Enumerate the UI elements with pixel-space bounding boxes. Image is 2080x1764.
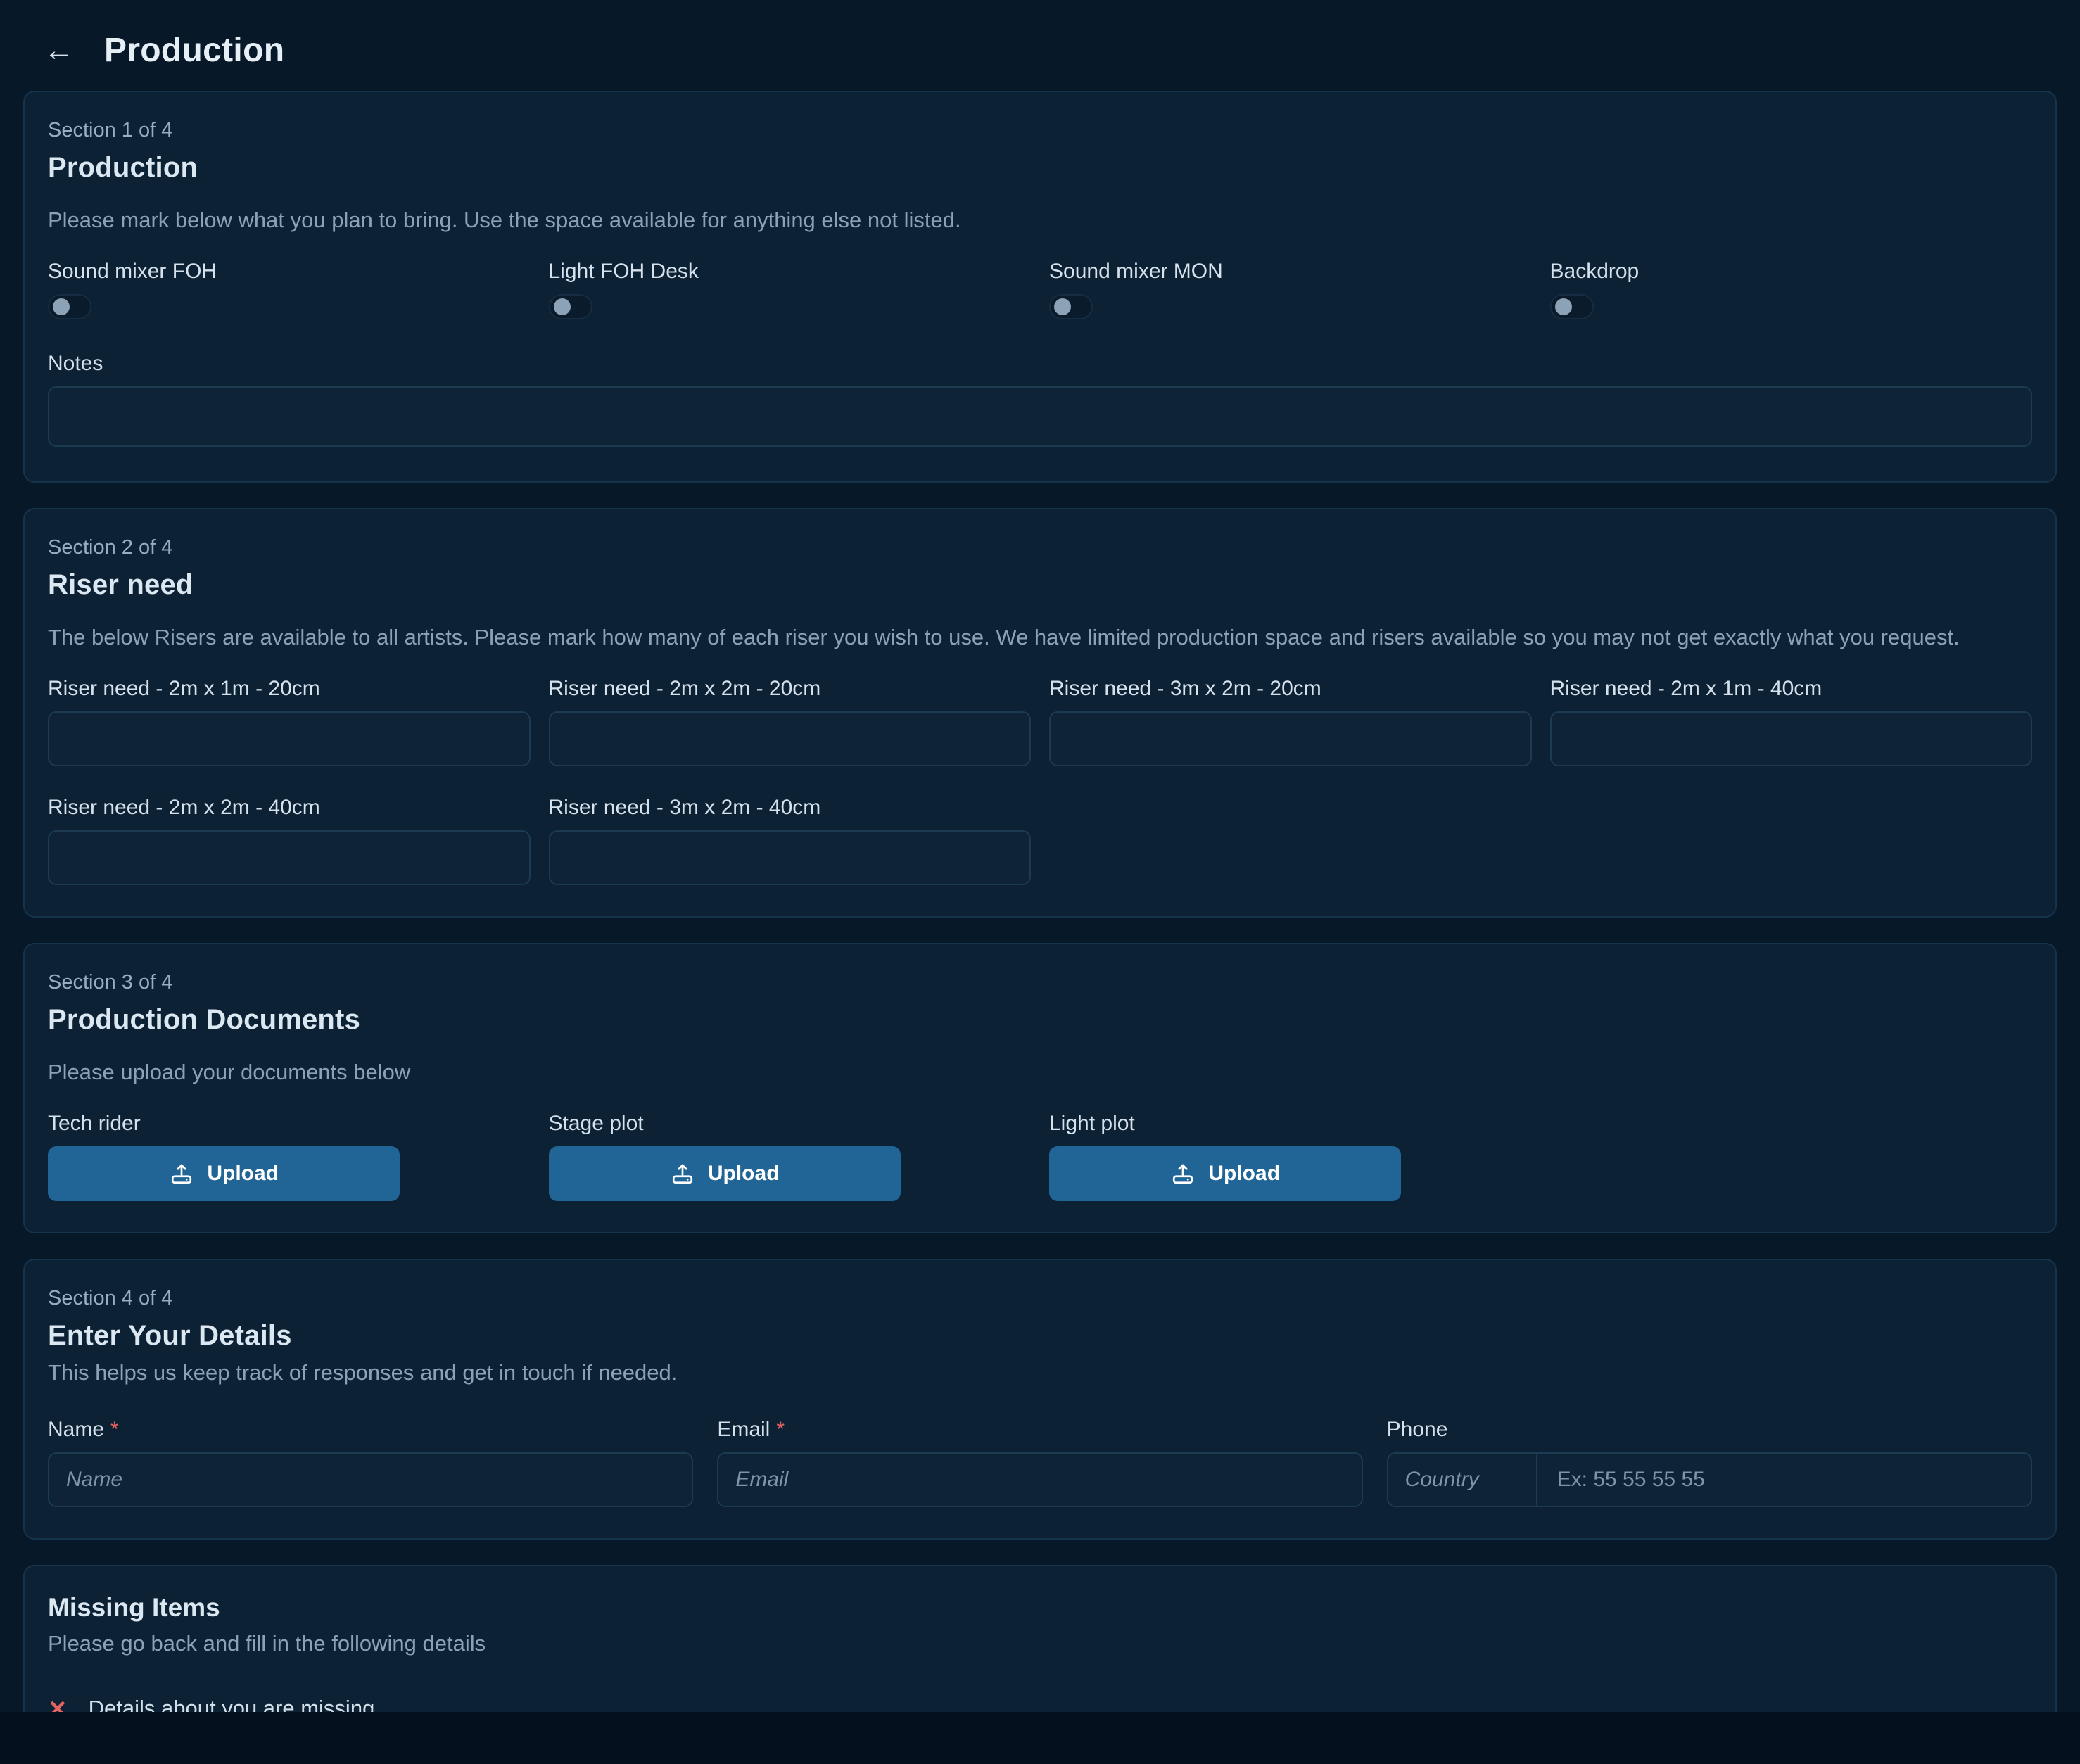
upload-icon bbox=[1170, 1161, 1196, 1186]
phone-number-input[interactable] bbox=[1537, 1454, 2031, 1506]
riser-label: Riser need - 3m x 2m - 40cm bbox=[549, 796, 1032, 820]
phone-country-input[interactable] bbox=[1388, 1454, 1537, 1506]
notes-field: Notes bbox=[48, 352, 2032, 450]
riser-label: Riser need - 2m x 2m - 20cm bbox=[549, 677, 1032, 701]
toggle-grid: Sound mixer FOH Light FOH Desk Sound mix… bbox=[48, 260, 2032, 319]
upload-button-label: Upload bbox=[207, 1162, 279, 1186]
phone-label-text: Phone bbox=[1387, 1418, 1448, 1442]
section-description: The below Risers are available to all ar… bbox=[48, 625, 2032, 650]
page-title: Production bbox=[104, 31, 284, 70]
toggle-sound-mixer-foh[interactable] bbox=[48, 294, 91, 319]
phone-input-group bbox=[1387, 1452, 2032, 1507]
toggle-knob bbox=[53, 298, 70, 315]
section-card-riser-need: Section 2 of 4 Riser need The below Rise… bbox=[23, 508, 2057, 918]
riser-input-2x2-40[interactable] bbox=[48, 830, 531, 885]
phone-field: Phone bbox=[1387, 1418, 2032, 1507]
notes-label: Notes bbox=[48, 352, 2032, 376]
section-card-production-documents: Section 3 of 4 Production Documents Plea… bbox=[23, 943, 2057, 1233]
toggle-label: Light FOH Desk bbox=[549, 260, 1032, 284]
section-description: Please mark below what you plan to bring… bbox=[48, 208, 2032, 233]
riser-input-2x1-20[interactable] bbox=[48, 711, 531, 766]
riser-label: Riser need - 2m x 1m - 20cm bbox=[48, 677, 531, 701]
missing-items-title: Missing Items bbox=[48, 1593, 2032, 1623]
section-progress-label: Section 1 of 4 bbox=[48, 119, 2032, 142]
arrow-left-icon: ← bbox=[44, 33, 75, 68]
section-progress-label: Section 3 of 4 bbox=[48, 971, 2032, 994]
riser-input-2x1-40[interactable] bbox=[1550, 711, 2033, 766]
email-field: Email * bbox=[717, 1418, 1362, 1507]
upload-icon bbox=[169, 1161, 194, 1186]
upload-button-stage-plot[interactable]: Upload bbox=[549, 1146, 901, 1201]
bottom-strip bbox=[0, 1712, 2080, 1764]
toggle-label: Backdrop bbox=[1550, 260, 2033, 284]
details-grid: Name * Email * Phone bbox=[48, 1418, 2032, 1507]
upload-label: Tech rider bbox=[48, 1112, 531, 1136]
riser-field: Riser need - 2m x 1m - 40cm bbox=[1550, 677, 2033, 766]
section-title: Riser need bbox=[48, 569, 2032, 601]
section-card-enter-your-details: Section 4 of 4 Enter Your Details This h… bbox=[23, 1259, 2057, 1540]
upload-field-light-plot: Light plot Upload bbox=[1049, 1112, 1532, 1201]
upload-label: Light plot bbox=[1049, 1112, 1532, 1136]
section-title: Enter Your Details bbox=[48, 1320, 2032, 1352]
riser-field: Riser need - 2m x 1m - 20cm bbox=[48, 677, 531, 766]
toggle-sound-mixer-mon[interactable] bbox=[1049, 294, 1093, 319]
upload-icon bbox=[670, 1161, 695, 1186]
riser-input-3x2-40[interactable] bbox=[549, 830, 1032, 885]
phone-label: Phone bbox=[1387, 1418, 2032, 1442]
upload-field-tech-rider: Tech rider Upload bbox=[48, 1112, 531, 1201]
notes-textarea[interactable] bbox=[48, 386, 2032, 447]
toggle-knob bbox=[1555, 298, 1572, 315]
uploads-grid: Tech rider Upload Stage plot Upload Ligh… bbox=[48, 1112, 2032, 1201]
section-description: Please upload your documents below bbox=[48, 1060, 2032, 1085]
upload-button-label: Upload bbox=[708, 1162, 780, 1186]
name-label: Name * bbox=[48, 1418, 693, 1442]
section-progress-label: Section 2 of 4 bbox=[48, 536, 2032, 559]
section-progress-label: Section 4 of 4 bbox=[48, 1287, 2032, 1310]
upload-button-light-plot[interactable]: Upload bbox=[1049, 1146, 1401, 1201]
toggle-field-light-foh-desk: Light FOH Desk bbox=[549, 260, 1032, 319]
required-asterisk: * bbox=[110, 1418, 119, 1442]
riser-field: Riser need - 3m x 2m - 40cm bbox=[549, 796, 1032, 885]
required-asterisk: * bbox=[776, 1418, 785, 1442]
riser-label: Riser need - 3m x 2m - 20cm bbox=[1049, 677, 1532, 701]
back-button[interactable]: ← bbox=[44, 35, 75, 66]
app-header: ← Production bbox=[0, 0, 2080, 91]
riser-input-2x2-20[interactable] bbox=[549, 711, 1032, 766]
missing-items-description: Please go back and fill in the following… bbox=[48, 1631, 2032, 1656]
riser-input-3x2-20[interactable] bbox=[1049, 711, 1532, 766]
email-label: Email * bbox=[717, 1418, 1362, 1442]
email-label-text: Email bbox=[717, 1418, 770, 1442]
toggle-field-sound-mixer-foh: Sound mixer FOH bbox=[48, 260, 531, 319]
riser-grid: Riser need - 2m x 1m - 20cm Riser need -… bbox=[48, 677, 2032, 885]
toggle-label: Sound mixer FOH bbox=[48, 260, 531, 284]
section-title: Production Documents bbox=[48, 1004, 2032, 1036]
upload-button-tech-rider[interactable]: Upload bbox=[48, 1146, 400, 1201]
toggle-label: Sound mixer MON bbox=[1049, 260, 1532, 284]
section-card-production: Section 1 of 4 Production Please mark be… bbox=[23, 91, 2057, 483]
riser-field: Riser need - 3m x 2m - 20cm bbox=[1049, 677, 1532, 766]
name-field: Name * bbox=[48, 1418, 693, 1507]
riser-field: Riser need - 2m x 2m - 40cm bbox=[48, 796, 531, 885]
email-input[interactable] bbox=[717, 1452, 1362, 1507]
toggle-knob bbox=[554, 298, 571, 315]
name-input[interactable] bbox=[48, 1452, 693, 1507]
upload-field-stage-plot: Stage plot Upload bbox=[549, 1112, 1032, 1201]
upload-button-label: Upload bbox=[1208, 1162, 1280, 1186]
toggle-field-sound-mixer-mon: Sound mixer MON bbox=[1049, 260, 1532, 319]
toggle-light-foh-desk[interactable] bbox=[549, 294, 592, 319]
upload-label: Stage plot bbox=[549, 1112, 1032, 1136]
riser-label: Riser need - 2m x 1m - 40cm bbox=[1550, 677, 2033, 701]
section-description: This helps us keep track of responses an… bbox=[48, 1360, 2032, 1385]
toggle-knob bbox=[1054, 298, 1071, 315]
riser-label: Riser need - 2m x 2m - 40cm bbox=[48, 796, 531, 820]
section-title: Production bbox=[48, 152, 2032, 184]
name-label-text: Name bbox=[48, 1418, 104, 1442]
riser-field: Riser need - 2m x 2m - 20cm bbox=[549, 677, 1032, 766]
toggle-backdrop[interactable] bbox=[1550, 294, 1594, 319]
toggle-field-backdrop: Backdrop bbox=[1550, 260, 2033, 319]
